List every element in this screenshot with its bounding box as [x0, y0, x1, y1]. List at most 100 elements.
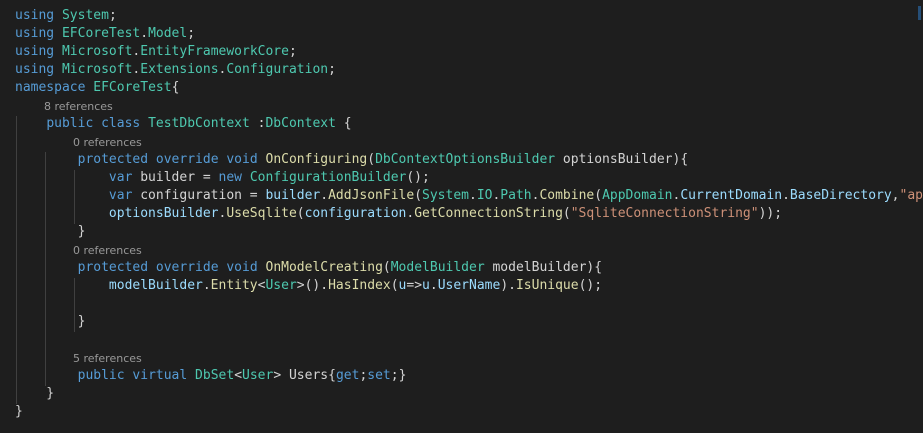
identifier-token: BaseDirectory — [789, 188, 892, 203]
punctuation-token: } — [15, 386, 55, 401]
type-token: DbSet — [195, 368, 235, 383]
code-line-using-system[interactable]: using System; — [15, 7, 117, 25]
punctuation-token: ( — [296, 206, 305, 221]
code-line-use-sqlite[interactable]: optionsBuilder.UseSqlite(configuration.G… — [15, 205, 782, 223]
punctuation-token: ( — [367, 152, 376, 167]
punctuation-token: } — [15, 404, 23, 419]
method-token: OnConfiguring — [265, 152, 368, 167]
code-line-dbset-users[interactable]: public virtual DbSet<User> Users{get;set… — [15, 367, 407, 385]
punctuation-token: ( — [562, 206, 571, 221]
punctuation-token: ;} — [390, 368, 407, 383]
punctuation-token: >(). — [296, 278, 329, 293]
keyword-token: using — [15, 8, 55, 23]
punctuation-token: { — [335, 116, 352, 131]
code-line-entity-index[interactable]: modelBuilder.Entity<User>().HasIndex(u=>… — [15, 277, 602, 295]
method-token: UseSqlite — [226, 206, 297, 221]
codelens-references[interactable]: 0 references — [73, 136, 142, 150]
punctuation-token: , — [891, 188, 900, 203]
punctuation-token — [242, 170, 250, 185]
punctuation-token — [54, 26, 62, 41]
punctuation-token — [93, 116, 101, 131]
code-line-class-close[interactable]: } — [15, 385, 54, 403]
keyword-token: var — [108, 170, 133, 185]
type-token: EFCoreTest — [93, 80, 172, 95]
keyword-token: set — [367, 368, 391, 383]
punctuation-token: { — [171, 80, 180, 95]
punctuation-token: (); — [578, 278, 603, 293]
code-line-builder[interactable]: var builder = new ConfigurationBuilder()… — [15, 169, 430, 187]
punctuation-token: ( — [414, 188, 423, 203]
punctuation-token: modelBuilder){ — [484, 260, 603, 275]
identifier-token: configuration — [304, 206, 407, 221]
identifier-token: optionsBuilder — [108, 206, 219, 221]
type-token: TestDbContext — [148, 116, 250, 131]
code-line-namespace[interactable]: namespace EFCoreTest{ — [15, 79, 179, 97]
code-line-onmodelcreating[interactable]: protected override void OnModelCreating(… — [15, 259, 602, 277]
type-token: System — [422, 188, 469, 203]
code-line-using-model[interactable]: using EFCoreTest.Model; — [15, 25, 195, 43]
keyword-token: protected — [77, 152, 149, 167]
overview-ruler-marker — [918, 6, 921, 20]
type-token: User — [242, 368, 274, 383]
code-line-using-efcore[interactable]: using Microsoft.EntityFrameworkCore; — [15, 43, 297, 61]
keyword-token: void — [226, 152, 258, 167]
codelens-references[interactable]: 0 references — [73, 244, 142, 258]
method-token: Combine — [539, 188, 595, 203]
punctuation-token: ; — [108, 8, 117, 23]
code-line-close-brace[interactable]: } — [15, 223, 86, 241]
punctuation-token — [15, 206, 109, 221]
punctuation-token: builder = — [132, 170, 219, 185]
code-line-onconfiguring[interactable]: protected override void OnConfiguring(Db… — [15, 151, 689, 169]
punctuation-token: : — [249, 116, 266, 131]
method-token: Entity — [210, 278, 258, 293]
keyword-token: protected — [77, 260, 149, 275]
code-line-using-configuration[interactable]: using Microsoft.Extensions.Configuration… — [15, 61, 336, 79]
type-token: AppDomain — [602, 188, 673, 203]
type-token: Model — [148, 26, 188, 41]
code-line-namespace-close[interactable]: } — [15, 403, 23, 421]
type-token: EFCoreTest — [61, 26, 141, 41]
punctuation-token — [54, 8, 62, 23]
type-token: Path — [500, 188, 532, 203]
type-token: Microsoft — [61, 44, 133, 59]
identifier-token: UserName — [437, 278, 501, 293]
keyword-token: public — [46, 116, 94, 131]
keyword-token: var — [108, 188, 133, 203]
punctuation-token — [15, 278, 109, 293]
code-line-class-declaration[interactable]: public class TestDbContext :DbContext { — [15, 115, 352, 133]
punctuation-token: ; — [328, 62, 336, 77]
method-token: AddJsonFile — [328, 188, 415, 203]
punctuation-token — [140, 116, 148, 131]
identifier-token: CurrentDomain — [680, 188, 783, 203]
string-token: "appsetting. — [899, 188, 923, 203]
type-token: Extensions — [140, 62, 219, 77]
punctuation-token — [15, 170, 109, 185]
type-token: Microsoft — [61, 62, 133, 77]
type-token: DbContext — [265, 116, 336, 131]
keyword-token: using — [15, 44, 55, 59]
punctuation-token — [15, 188, 109, 203]
code-line-close-brace[interactable]: } — [15, 313, 86, 331]
punctuation-token: ; — [187, 26, 196, 41]
punctuation-token: => — [406, 278, 423, 293]
punctuation-token: . — [406, 206, 415, 221]
punctuation-token — [54, 44, 62, 59]
codelens-references[interactable]: 5 references — [73, 352, 142, 366]
keyword-token: void — [226, 260, 258, 275]
punctuation-token — [15, 152, 78, 167]
punctuation-token — [187, 368, 195, 383]
punctuation-token: . — [782, 188, 790, 203]
keyword-token: class — [101, 116, 141, 131]
codelens-references[interactable]: 8 references — [44, 100, 113, 114]
code-line-configuration[interactable]: var configuration = builder.AddJsonFile(… — [15, 187, 923, 205]
type-token: ConfigurationBuilder — [249, 170, 407, 185]
type-token: User — [265, 278, 297, 293]
punctuation-token: ( — [390, 278, 399, 293]
punctuation-token: . — [429, 278, 438, 293]
punctuation-token — [258, 260, 266, 275]
string-token: "SqliteConnectionString" — [570, 206, 759, 221]
punctuation-token: ). — [500, 278, 516, 293]
punctuation-token: . — [468, 188, 477, 203]
punctuation-token — [258, 152, 266, 167]
code-editor[interactable]: 8 references 0 references 0 references 5… — [0, 0, 923, 433]
